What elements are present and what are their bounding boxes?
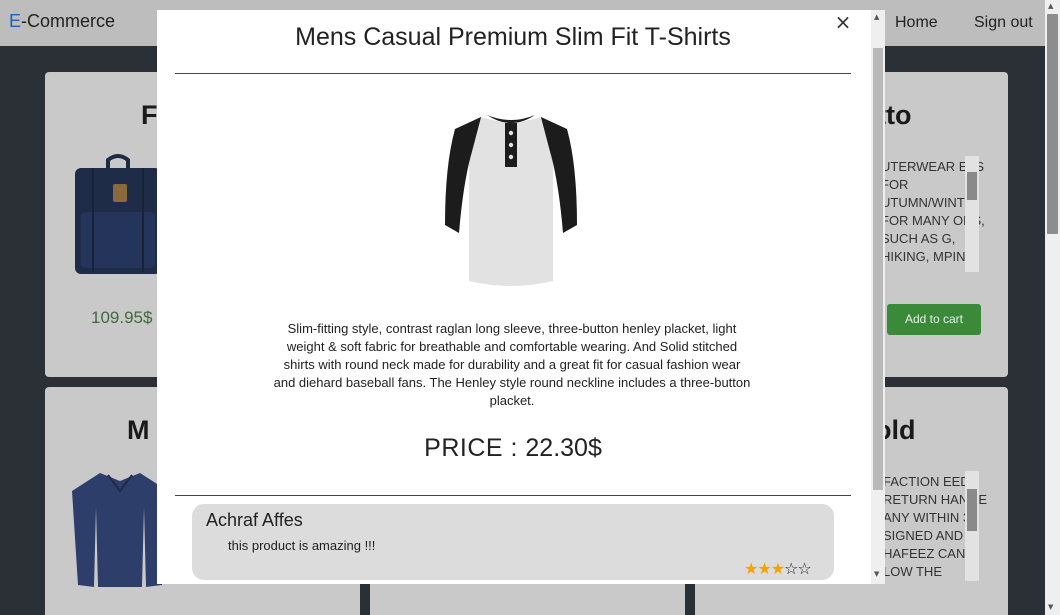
price-label: PRICE : xyxy=(424,434,526,462)
star-empty-icon: ☆ xyxy=(784,559,798,578)
star-filled-icon: ★ xyxy=(744,559,758,578)
star-filled-icon: ★ xyxy=(757,559,771,578)
brand-logo[interactable]: E-Commerce xyxy=(9,11,115,32)
product-modal: × Mens Casual Premium Slim Fit T-Shirts … xyxy=(157,10,885,584)
price-value: 22.30$ xyxy=(525,434,602,462)
star-empty-icon: ☆ xyxy=(797,559,811,578)
divider xyxy=(175,73,851,74)
card-scrollbar[interactable] xyxy=(965,471,979,581)
scroll-up-icon[interactable]: ▲ xyxy=(1048,2,1053,10)
backpack-image xyxy=(75,154,161,274)
modal-scrollbar[interactable]: ▲ ▼ xyxy=(871,10,885,584)
page-scrollbar[interactable]: ▲ ▼ xyxy=(1045,0,1060,615)
nav-sign-out-link[interactable]: Sign out xyxy=(974,14,1033,32)
brand-name: -Commerce xyxy=(21,11,116,31)
review-author: Achraf Affes xyxy=(206,510,303,530)
product-price: PRICE : 22.30$ xyxy=(175,434,851,463)
card-price: 109.95$ xyxy=(91,308,153,327)
scroll-down-icon[interactable]: ▼ xyxy=(874,570,879,578)
sweater-image xyxy=(72,473,168,587)
review-text: this product is amazing !!! xyxy=(228,538,376,553)
star-filled-icon: ★ xyxy=(770,559,785,578)
tshirt-image xyxy=(445,115,577,286)
card-scrollbar[interactable] xyxy=(965,156,979,272)
add-to-cart-button[interactable]: Add to cart xyxy=(887,304,981,335)
star-rating: ★★★☆☆ xyxy=(744,559,812,578)
card-title: M xyxy=(127,415,150,445)
scroll-up-icon[interactable]: ▲ xyxy=(874,13,879,21)
product-description: Slim-fitting style, contrast raglan long… xyxy=(273,321,751,408)
nav-home-link[interactable]: Home xyxy=(895,14,938,32)
review-card: Achraf Affes this product is amazing !!!… xyxy=(192,504,834,580)
scroll-down-icon[interactable]: ▼ xyxy=(1048,603,1053,611)
modal-title: Mens Casual Premium Slim Fit T-Shirts xyxy=(295,23,731,51)
brand-initial: E xyxy=(9,11,22,31)
divider xyxy=(175,495,851,496)
page-scrollbar-thumb[interactable] xyxy=(1047,14,1058,234)
modal-scrollbar-thumb[interactable] xyxy=(873,48,883,490)
card-title: F xyxy=(141,100,158,130)
